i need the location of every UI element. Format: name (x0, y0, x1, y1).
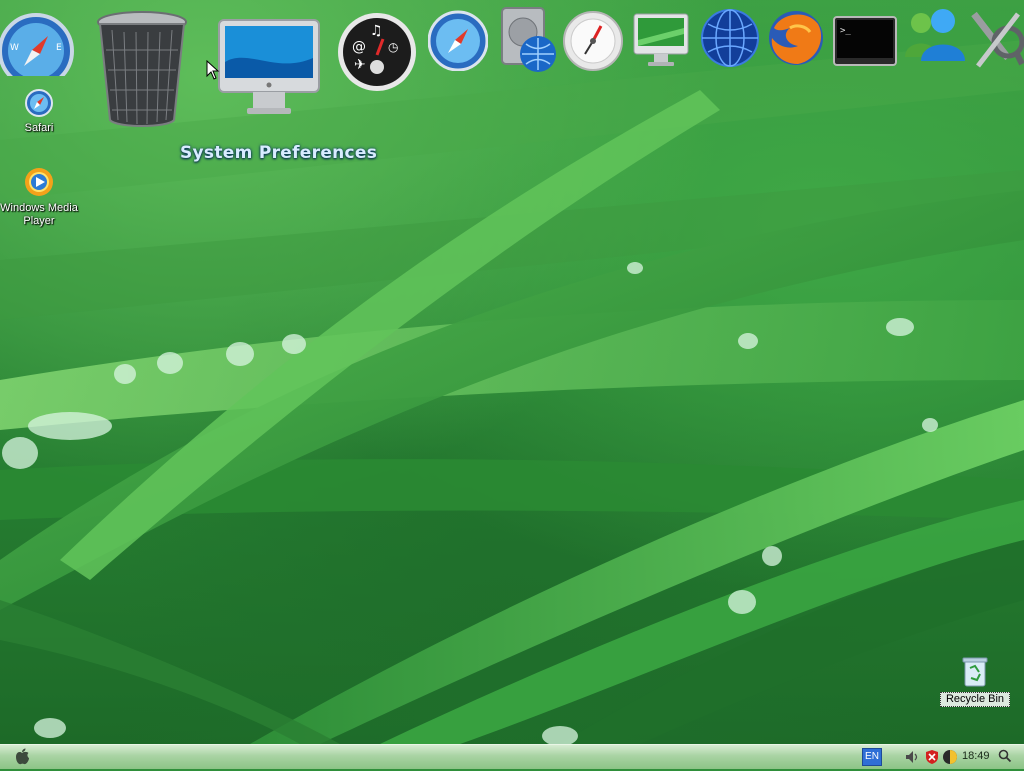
svg-text:E: E (56, 43, 62, 53)
speaker-icon[interactable] (904, 749, 920, 765)
svg-text:♫: ♫ (370, 23, 383, 39)
system-clock[interactable]: 18:49 (962, 750, 990, 762)
desktop-icon-label: Windows Media Player (0, 202, 78, 227)
svg-text:✈: ✈ (354, 57, 366, 73)
dock-compass-white[interactable] (563, 10, 623, 72)
desktop-icon-safari[interactable]: Safari (18, 88, 60, 135)
monitor-icon (633, 13, 689, 66)
svg-text:W: W (10, 43, 19, 53)
utilities-tools-icon (971, 11, 1024, 68)
dock-network-globe[interactable] (700, 6, 760, 68)
svg-text:◷: ◷ (388, 40, 399, 54)
imac-icon (218, 19, 320, 114)
dock-safari-compass[interactable] (428, 9, 488, 71)
dock-utilities[interactable] (968, 8, 1024, 72)
network-status-icon[interactable] (942, 749, 958, 765)
dashboard-icon: @ ♫ ◷ ✈ (338, 13, 416, 91)
dock: W E @ ♫ ◷ ✈ >_ (0, 0, 1024, 127)
trash-can-icon (97, 11, 187, 127)
dock-safari[interactable]: W E (0, 6, 76, 76)
compass-icon (428, 10, 488, 71)
dock-system-preferences[interactable] (217, 18, 321, 122)
dock-messenger[interactable] (903, 5, 967, 67)
dock-display[interactable] (632, 12, 690, 70)
desktop-icon-windows-media-player[interactable]: Windows Media Player (0, 166, 78, 228)
globe-icon (701, 9, 759, 67)
desktop-icon-recycle-bin[interactable]: Recycle Bin (940, 656, 1010, 707)
dock-terminal[interactable]: >_ (833, 16, 897, 68)
desktop-icon-label: Safari (24, 122, 54, 134)
svg-text:>_: >_ (840, 26, 851, 36)
media-player-icon (25, 168, 53, 196)
dock-dashboard[interactable]: @ ♫ ◷ ✈ (336, 11, 418, 93)
taskbar: EN 18:49 (0, 744, 1024, 769)
safari-icon (25, 89, 53, 117)
messenger-people-icon (905, 9, 965, 61)
dock-firefox[interactable] (766, 6, 826, 68)
search-icon[interactable] (998, 749, 1012, 763)
dock-trash[interactable] (96, 10, 188, 130)
apple-logo-icon (16, 748, 29, 765)
svg-text:@: @ (352, 39, 366, 55)
security-alert-icon[interactable] (924, 749, 940, 765)
dock-network-disk[interactable] (498, 6, 558, 74)
recycle-bin-icon (962, 657, 988, 687)
safari-compass-icon: W E (0, 13, 74, 76)
start-button[interactable] (8, 747, 36, 767)
dock-hover-label: System Preferences (180, 143, 378, 163)
mouse-cursor-icon (206, 60, 220, 80)
white-compass-icon (563, 11, 623, 71)
terminal-icon: >_ (833, 16, 897, 66)
desktop-icon-label: Recycle Bin (940, 692, 1010, 707)
network-disk-icon (501, 7, 556, 72)
firefox-icon (769, 11, 823, 65)
language-indicator[interactable]: EN (862, 748, 882, 766)
desktop-wallpaper: W E @ ♫ ◷ ✈ >_ System Preferences Safari… (0, 0, 1024, 744)
